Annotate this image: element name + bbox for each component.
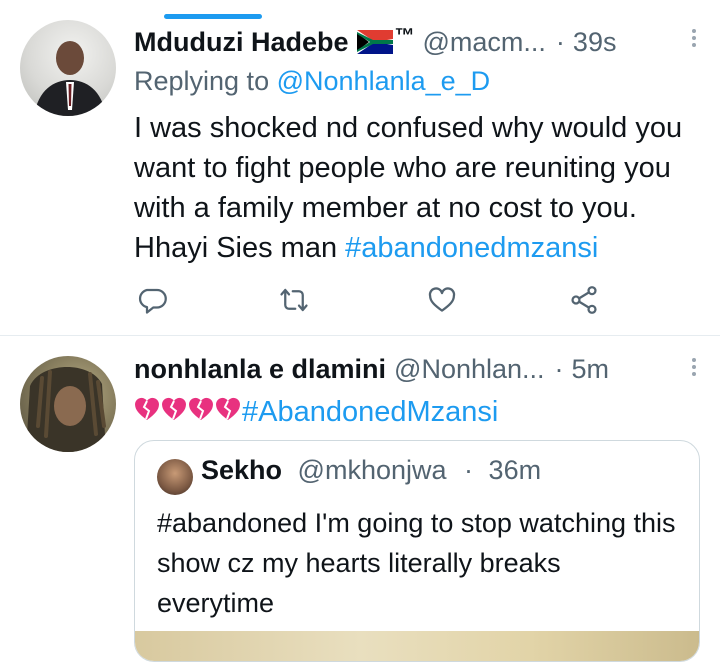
replying-to: Replying to @Nonhlanla_e_D (134, 66, 490, 97)
avatar[interactable] (157, 459, 193, 495)
quoted-tweet-text: #abandoned I'm going to stop watching th… (157, 508, 676, 618)
share-icon[interactable] (566, 282, 602, 318)
south-africa-flag-icon (356, 30, 393, 54)
separator-dot: · (555, 26, 565, 57)
reply-icon[interactable] (134, 282, 170, 318)
replying-prefix: Replying to (134, 66, 270, 96)
separator-dot: · (554, 353, 564, 384)
handle[interactable]: @Nonhlan... (394, 354, 545, 385)
replying-to-link[interactable]: @Nonhlanla_e_D (277, 66, 491, 96)
trademark-symbol: ™ (394, 24, 415, 47)
more-icon[interactable] (692, 26, 698, 50)
handle[interactable]: @mkhonjwa (298, 455, 447, 485)
action-bar (0, 282, 720, 320)
more-icon[interactable] (692, 355, 698, 379)
handle[interactable]: @macm... (423, 27, 546, 58)
quoted-tweet[interactable]: Sekho @mkhonjwa · 36m #abandoned I'm goi… (134, 440, 700, 662)
avatar[interactable] (20, 356, 116, 452)
broken-heart-icon (134, 393, 242, 434)
hashtag-link[interactable]: #AbandonedMzansi (242, 396, 498, 428)
tweet[interactable]: Mduduzi Hadebe ™ @macm... · 39s Replying… (0, 0, 720, 336)
like-icon[interactable] (424, 282, 460, 318)
display-name[interactable]: Mduduzi Hadebe (134, 27, 349, 58)
quoted-tweet-header: Sekho @mkhonjwa · 36m (201, 455, 541, 486)
retweet-icon[interactable] (276, 282, 312, 318)
display-name[interactable]: nonhlanla e dlamini (134, 354, 386, 385)
timestamp[interactable]: 39s (573, 27, 617, 58)
tweet-text: I was shocked nd confused why would you … (134, 108, 704, 268)
timestamp[interactable]: 36m (489, 455, 542, 485)
tweet-header: Mduduzi Hadebe ™ @macm... · 39s (134, 22, 616, 62)
avatar[interactable] (20, 20, 116, 116)
hashtag-link[interactable]: #abandonedmzansi (345, 232, 598, 264)
separator-dot: · (464, 455, 474, 485)
display-name[interactable]: Sekho (201, 455, 282, 485)
hashtag-line: #AbandonedMzansi (134, 392, 498, 434)
tweet-header: nonhlanla e dlamini @Nonhlan... · 5m (134, 349, 609, 389)
timestamp[interactable]: 5m (572, 354, 610, 385)
